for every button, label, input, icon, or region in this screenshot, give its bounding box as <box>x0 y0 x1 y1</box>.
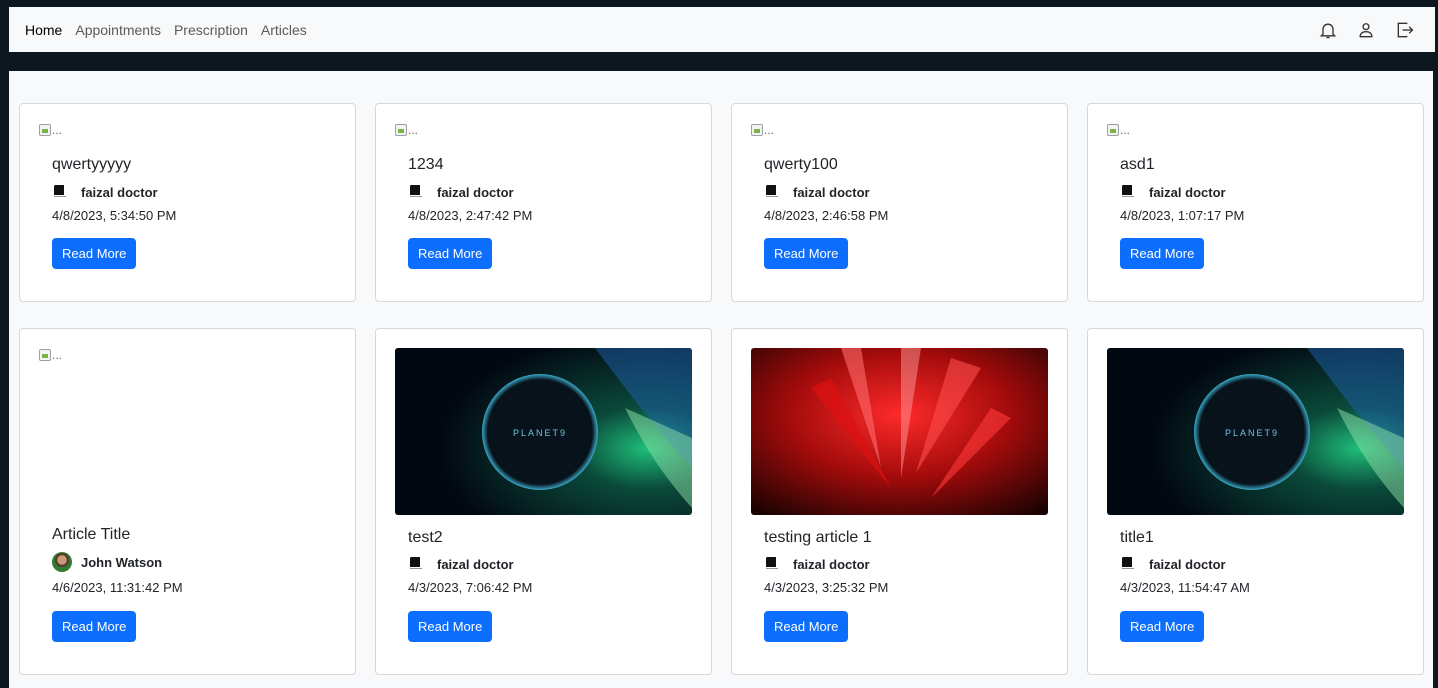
author-avatar <box>1120 182 1140 202</box>
image-alt-text: ... <box>764 123 775 137</box>
articles-grid: ... qwertyyyyy faizal doctor 4/8/2023, 5… <box>9 71 1433 688</box>
article-card: PLANET9 title1 faizal doctor 4/3/2023, 1… <box>1087 328 1424 675</box>
article-image: PLANET9 <box>395 348 692 515</box>
author-avatar <box>764 182 784 202</box>
read-more-button[interactable]: Read More <box>52 611 137 642</box>
article-image-broken: ... <box>395 123 418 137</box>
nav-articles[interactable]: Articles <box>261 22 307 38</box>
article-card: ... Article Title John Watson 4/6/2023, … <box>19 328 356 675</box>
article-date: 4/6/2023, 11:31:42 PM <box>52 580 183 595</box>
article-card: testing article 1 faizal doctor 4/3/2023… <box>731 328 1068 675</box>
article-card: ... qwerty100 faizal doctor 4/8/2023, 2:… <box>731 103 1068 302</box>
image-alt-text: ... <box>52 348 63 362</box>
article-image-broken: ... <box>39 123 62 137</box>
author-name: faizal doctor <box>1149 556 1226 572</box>
article-date: 4/3/2023, 3:25:32 PM <box>764 580 889 595</box>
bell-icon[interactable] <box>1317 19 1339 41</box>
author-avatar <box>52 182 72 202</box>
author-avatar <box>1120 554 1140 574</box>
author-avatar <box>408 554 428 574</box>
article-image <box>751 348 1048 515</box>
article-author: faizal doctor <box>1120 182 1226 202</box>
author-avatar <box>408 182 428 202</box>
image-brand-text: PLANET9 <box>513 428 567 438</box>
article-author: John Watson <box>52 552 162 572</box>
author-name: faizal doctor <box>793 184 870 200</box>
read-more-button[interactable]: Read More <box>408 611 493 642</box>
article-title: asd1 <box>1120 156 1155 173</box>
image-alt-text: ... <box>408 123 419 137</box>
article-title: qwerty100 <box>764 156 838 173</box>
logout-icon[interactable] <box>1394 19 1416 41</box>
article-author: faizal doctor <box>1120 554 1226 574</box>
article-image-broken: ... <box>751 123 774 137</box>
author-name: faizal doctor <box>437 556 514 572</box>
read-more-button[interactable]: Read More <box>408 238 493 269</box>
article-card: PLANET9 test2 faizal doctor 4/3/2023, 7:… <box>375 328 712 675</box>
article-title: title1 <box>1120 529 1154 546</box>
article-author: faizal doctor <box>764 182 870 202</box>
article-author: faizal doctor <box>52 182 158 202</box>
article-title: test2 <box>408 529 443 546</box>
image-brand-text: PLANET9 <box>1225 428 1279 438</box>
article-date: 4/3/2023, 7:06:42 PM <box>408 580 533 595</box>
article-title: qwertyyyyy <box>52 156 132 173</box>
image-alt-text: ... <box>52 123 63 137</box>
nav-appointments[interactable]: Appointments <box>75 22 161 38</box>
article-title: 1234 <box>408 156 444 173</box>
nav-home[interactable]: Home <box>25 22 62 38</box>
read-more-button[interactable]: Read More <box>764 238 849 269</box>
article-author: faizal doctor <box>408 182 514 202</box>
article-card: ... asd1 faizal doctor 4/8/2023, 1:07:17… <box>1087 103 1424 302</box>
article-title: Article Title <box>52 526 131 543</box>
article-date: 4/8/2023, 2:47:42 PM <box>408 208 533 223</box>
article-date: 4/8/2023, 1:07:17 PM <box>1120 208 1245 223</box>
broken-image-icon <box>39 349 51 361</box>
author-name: faizal doctor <box>793 556 870 572</box>
read-more-button[interactable]: Read More <box>1120 238 1205 269</box>
author-avatar <box>52 552 72 572</box>
article-date: 4/3/2023, 11:54:47 AM <box>1120 580 1250 595</box>
read-more-button[interactable]: Read More <box>1120 611 1205 642</box>
user-icon[interactable] <box>1355 19 1377 41</box>
read-more-button[interactable]: Read More <box>764 611 849 642</box>
article-card: ... qwertyyyyy faizal doctor 4/8/2023, 5… <box>19 103 356 302</box>
broken-image-icon <box>1107 124 1119 136</box>
author-name: faizal doctor <box>437 184 514 200</box>
article-date: 4/8/2023, 2:46:58 PM <box>764 208 889 223</box>
author-name: faizal doctor <box>1149 184 1226 200</box>
author-name: John Watson <box>81 554 163 570</box>
author-name: faizal doctor <box>81 184 158 200</box>
article-author: faizal doctor <box>408 554 514 574</box>
broken-image-icon <box>39 124 51 136</box>
broken-image-icon <box>751 124 763 136</box>
article-image-broken: ... <box>1107 123 1130 137</box>
article-author: faizal doctor <box>764 554 870 574</box>
author-avatar <box>764 554 784 574</box>
article-image: PLANET9 <box>1107 348 1404 515</box>
image-alt-text: ... <box>1120 123 1131 137</box>
nav-prescription[interactable]: Prescription <box>174 22 248 38</box>
article-image-broken: ... <box>39 348 62 362</box>
top-navbar: Home Appointments Prescription Articles <box>9 7 1435 52</box>
article-date: 4/8/2023, 5:34:50 PM <box>52 208 177 223</box>
article-card: ... 1234 faizal doctor 4/8/2023, 2:47:42… <box>375 103 712 302</box>
nav-links: Home Appointments Prescription Articles <box>9 22 320 38</box>
article-title: testing article 1 <box>764 529 872 546</box>
broken-image-icon <box>395 124 407 136</box>
read-more-button[interactable]: Read More <box>52 238 137 269</box>
